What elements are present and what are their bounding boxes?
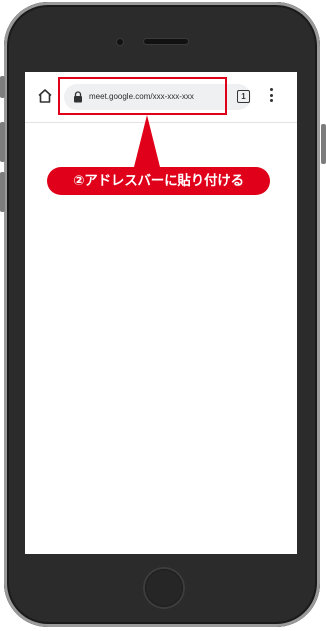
earpiece-speaker: [144, 39, 188, 44]
callout-pointer: [134, 115, 160, 167]
mute-switch: [0, 76, 5, 98]
volume-down-button: [0, 172, 5, 212]
home-button[interactable]: [145, 569, 183, 607]
volume-up-button: [0, 122, 5, 162]
home-icon[interactable]: [37, 88, 53, 104]
callout-label: ②アドレスバーに貼り付ける: [47, 167, 270, 195]
power-button: [321, 124, 326, 164]
more-vert-icon[interactable]: [269, 88, 273, 104]
phone-screen: meet.google.com/xxx-xxx-xxx 1: [25, 72, 297, 554]
tab-switcher-button[interactable]: 1: [237, 90, 250, 103]
front-camera: [117, 39, 123, 45]
address-bar-highlight: [58, 77, 227, 115]
toolbar-divider: [25, 122, 297, 123]
